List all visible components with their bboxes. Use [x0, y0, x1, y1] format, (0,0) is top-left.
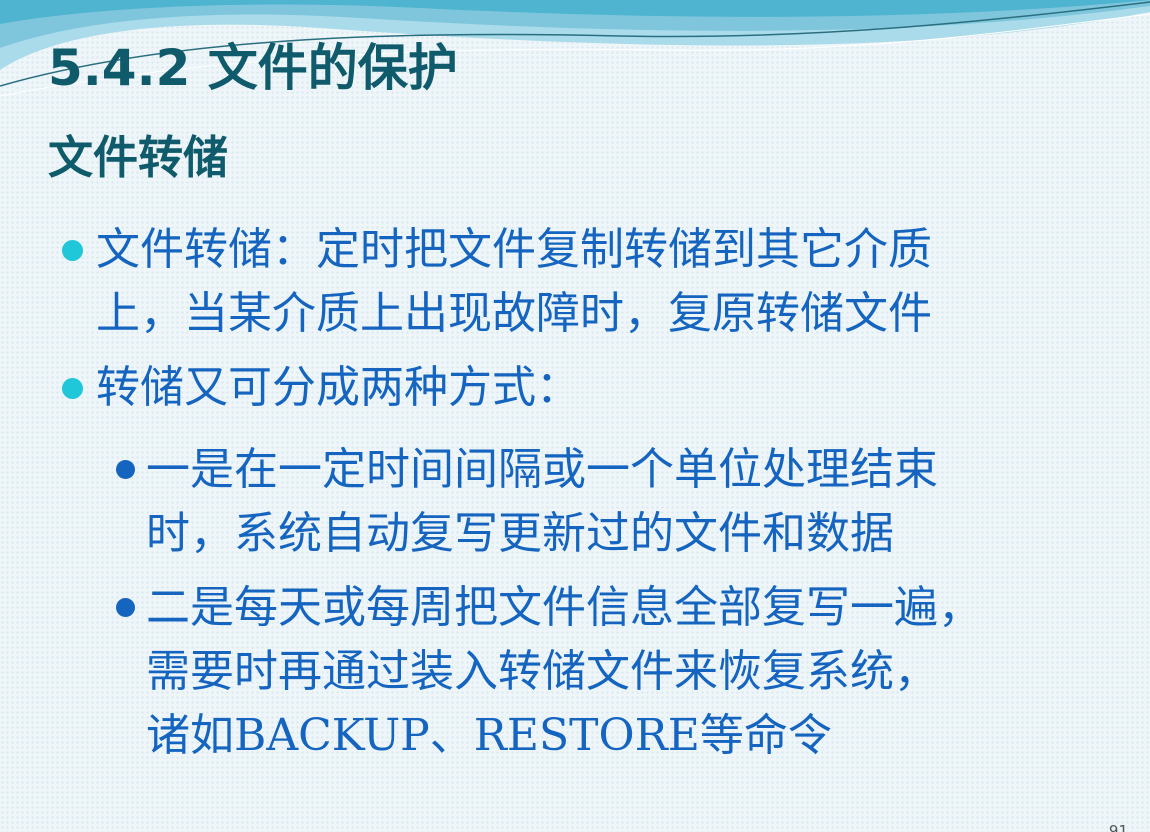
bullet-item-2: 转储又可分成两种方式： [62, 356, 580, 420]
bullet-dot-icon [62, 240, 83, 261]
sub-bullet-item-2-line-1: 二是每天或每周把文件信息全部复写一遍， [146, 582, 982, 633]
bullet-item-2-line-1: 转储又可分成两种方式： [96, 362, 580, 413]
sub-bullet-item-2: 二是每天或每周把文件信息全部复写一遍， 需要时再通过装入转储文件来恢复系统， 诸… [116, 576, 982, 768]
bullet-dot-icon [62, 378, 83, 399]
slide-subtitle: 文件转储 [48, 131, 229, 184]
sub-bullet-dot-icon [116, 460, 135, 479]
sub-bullet-item-2-line-2: 需要时再通过装入转储文件来恢复系统， [146, 646, 938, 697]
sub-bullet-item-1-line-1: 一是在一定时间间隔或一个单位处理结束 [146, 444, 938, 495]
slide-title: 5.4.2 文件的保护 [48, 39, 458, 97]
sub-bullet-item-1-line-2: 时，系统自动复写更新过的文件和数据 [146, 508, 894, 559]
sub-bullet-item-1: 一是在一定时间间隔或一个单位处理结束 时，系统自动复写更新过的文件和数据 [116, 438, 938, 566]
bullet-item-1-line-2: 上，当某介质上出现故障时，复原转储文件 [96, 288, 932, 339]
slide: 5.4.2 文件的保护 文件转储 文件转储：定时把文件复制转储到其它介质 上，当… [0, 0, 1150, 832]
page-number: 91 [1108, 822, 1128, 832]
sub-bullet-item-2-line-3: 诸如BACKUP、RESTORE等命令 [146, 710, 832, 761]
bullet-item-1: 文件转储：定时把文件复制转储到其它介质 上，当某介质上出现故障时，复原转储文件 [62, 218, 932, 346]
bullet-item-1-line-1: 文件转储：定时把文件复制转储到其它介质 [96, 224, 932, 275]
sub-bullet-dot-icon [116, 598, 135, 617]
